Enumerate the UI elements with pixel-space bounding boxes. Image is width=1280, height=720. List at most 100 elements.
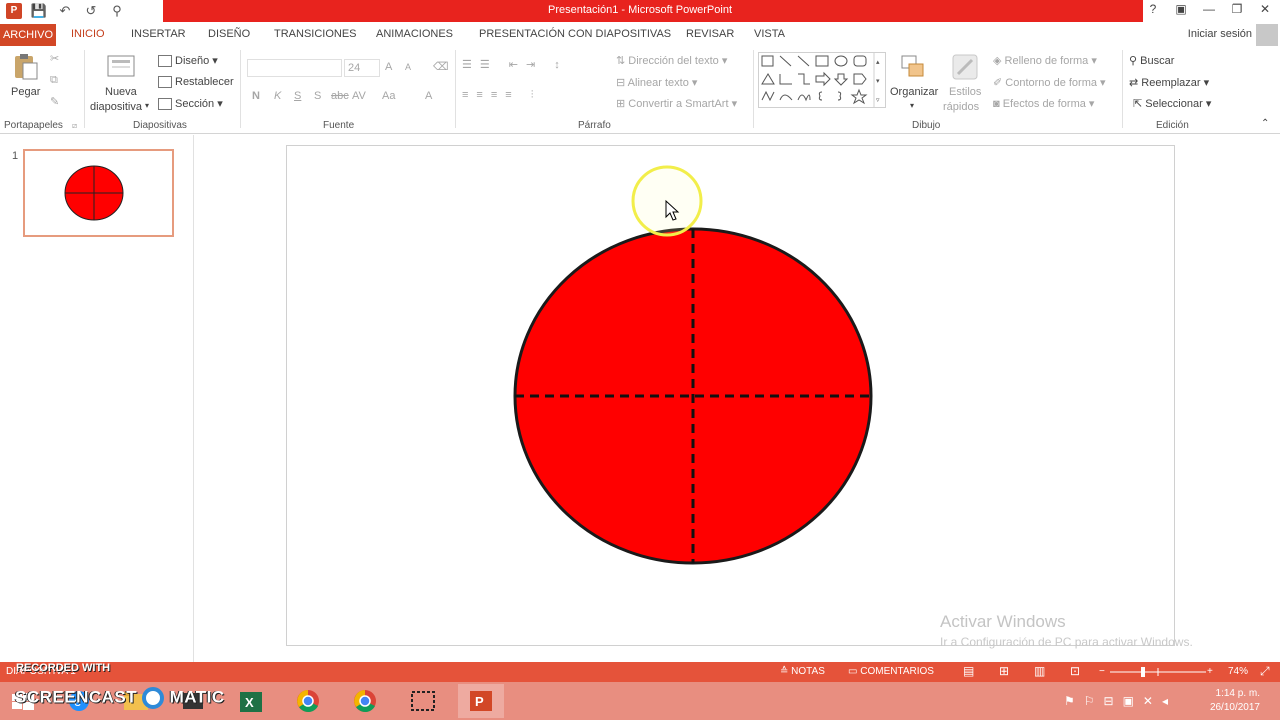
group-label-paragraph: Párrafo	[578, 120, 611, 131]
shape-outline-button[interactable]: ✐ Contorno de forma ▾	[993, 76, 1106, 89]
smartart-icon: ⊞	[616, 98, 629, 110]
new-slide-label-1[interactable]: Nueva	[105, 86, 137, 98]
shrink-font-icon[interactable]: A	[405, 62, 411, 72]
arrange-icon[interactable]	[898, 52, 928, 82]
tab-review[interactable]: REVISAR	[686, 28, 734, 40]
slideshow-view-icon[interactable]: ⊡	[1070, 664, 1080, 678]
shape-fill-button[interactable]: ◈ Relleno de forma ▾	[993, 54, 1097, 67]
minimize-icon[interactable]: —	[1202, 2, 1216, 16]
arrange-button[interactable]: Organizar	[890, 86, 938, 98]
find-button[interactable]: ⚲ Buscar	[1129, 54, 1174, 67]
underline-button[interactable]: S	[294, 90, 301, 102]
tab-view[interactable]: VISTA	[754, 28, 785, 40]
new-slide-label-2[interactable]: diapositiva	[90, 101, 142, 113]
slide-thumbnail[interactable]	[23, 149, 174, 237]
select-button[interactable]: ⇱ Seleccionar ▾	[1133, 97, 1211, 110]
shape-effects-button[interactable]: ◙ Efectos de forma ▾	[993, 97, 1094, 110]
restore-icon[interactable]: ❐	[1230, 2, 1244, 16]
section-button[interactable]: Sección ▾	[158, 97, 223, 111]
zoom-level[interactable]: 74%	[1228, 666, 1248, 677]
quick-styles-label-1[interactable]: Estilos	[949, 86, 981, 98]
section-icon	[158, 98, 172, 111]
align-text-button[interactable]: ⊟ Alinear texto ▾	[616, 76, 697, 89]
thumbnail-preview	[64, 165, 124, 221]
copy-icon[interactable]: ⧉	[50, 74, 58, 87]
svg-text:X: X	[245, 695, 254, 710]
italic-button[interactable]: K	[274, 90, 281, 102]
char-spacing-button[interactable]: AV	[352, 90, 366, 102]
comments-button[interactable]: ▭ COMENTARIOS	[848, 666, 934, 677]
smartart-button[interactable]: ⊞ Convertir a SmartArt ▾	[616, 97, 737, 110]
chrome-icon	[354, 690, 376, 712]
font-size-box[interactable]: 24	[344, 59, 380, 77]
shapes-gallery[interactable]: ▴ ▾ ▿	[758, 52, 886, 108]
shape-fill-label: Relleno de forma	[1004, 55, 1089, 67]
tab-design[interactable]: DISEÑO	[208, 28, 250, 40]
notes-icon: ≙	[780, 666, 792, 677]
paste-icon[interactable]	[10, 52, 40, 82]
system-tray-icons[interactable]: ⚑⚐⊟▣✕◂	[1064, 694, 1177, 708]
screencast-text: SCREENCAST	[15, 687, 138, 707]
reset-button[interactable]: Restablecer	[158, 76, 234, 89]
shadow-button[interactable]: S	[314, 90, 321, 102]
bold-button[interactable]: N	[252, 90, 260, 102]
svg-text:▾: ▾	[876, 78, 880, 85]
powerpoint-taskbar-button[interactable]: P	[458, 684, 504, 718]
change-case-button[interactable]: Aa	[382, 90, 395, 102]
tab-transitions[interactable]: TRANSICIONES	[274, 28, 357, 40]
tab-home[interactable]: INICIO	[71, 28, 105, 40]
tab-insert[interactable]: INSERTAR	[131, 28, 186, 40]
cut-icon[interactable]: ✂	[50, 52, 59, 65]
tab-animations[interactable]: ANIMACIONES	[376, 28, 453, 40]
format-painter-icon[interactable]: ✎	[50, 95, 59, 108]
new-slide-icon[interactable]	[106, 52, 136, 82]
replace-button[interactable]: ⇄ Reemplazar ▾	[1129, 76, 1209, 89]
chrome-icon	[297, 690, 319, 712]
select-label: Seleccionar	[1145, 98, 1203, 110]
title-bar: P 💾 ↶ ↺ ⚲ Presentación1 - Microsoft Powe…	[0, 0, 1280, 24]
list-buttons-icon[interactable]: ☰☰ ⇤⇥ ↕	[462, 58, 568, 71]
quick-styles-label-2[interactable]: rápidos	[943, 101, 979, 113]
font-name-box[interactable]	[247, 59, 342, 77]
activation-watermark-text: Ir a Configuración de PC para activar Wi…	[940, 635, 1193, 649]
excel-taskbar-button[interactable]: X	[228, 684, 274, 718]
sign-in-link[interactable]: Iniciar sesión	[1188, 28, 1252, 40]
clock[interactable]: 1:14 p. m. 26/10/2017	[1210, 687, 1260, 715]
layout-button[interactable]: Diseño ▾	[158, 54, 218, 68]
tab-file[interactable]: ARCHIVO	[0, 24, 56, 46]
close-icon[interactable]: ✕	[1258, 2, 1272, 16]
collapse-ribbon-icon[interactable]: ⌃	[1261, 118, 1269, 129]
slide-sorter-icon[interactable]: ⊞	[999, 664, 1009, 678]
zoom-in-icon[interactable]: +	[1207, 666, 1213, 677]
grow-font-icon[interactable]: A	[385, 61, 392, 73]
paste-button[interactable]: Pegar	[11, 86, 40, 98]
ribbon-display-icon[interactable]: ▣	[1174, 2, 1188, 16]
chrome-taskbar-button[interactable]	[285, 684, 331, 718]
reading-view-icon[interactable]: ▥	[1034, 664, 1045, 678]
avatar[interactable]	[1256, 24, 1278, 46]
zoom-out-icon[interactable]: −	[1099, 666, 1105, 677]
window-controls: ? ▣ — ❐ ✕	[1146, 2, 1272, 16]
align-buttons-icon[interactable]: ≡≡≡≡ ⫶	[462, 89, 541, 102]
tab-slideshow[interactable]: PRESENTACIÓN CON DIAPOSITIVAS	[479, 28, 671, 40]
normal-view-icon[interactable]: ▤	[963, 664, 974, 678]
dialog-launcher-icon[interactable]: ⧄	[72, 121, 77, 131]
cursor-highlight	[631, 165, 703, 237]
zoom-slider[interactable]	[1110, 666, 1206, 678]
fit-slide-icon[interactable]: ⤢	[1260, 664, 1270, 679]
chrome-taskbar-button-2[interactable]	[342, 684, 388, 718]
svg-text:▿: ▿	[876, 97, 880, 104]
chevron-down-icon[interactable]: ▾	[910, 101, 914, 110]
shape-effects-label: Efectos de forma	[1002, 98, 1086, 110]
strikethrough-button[interactable]: abc	[331, 90, 349, 102]
snipping-taskbar-button[interactable]	[400, 684, 446, 718]
notes-button[interactable]: ≙ NOTAS	[780, 666, 825, 677]
quick-styles-icon[interactable]	[950, 52, 980, 82]
slide-canvas[interactable]	[286, 145, 1175, 646]
font-color-button[interactable]: A	[425, 90, 432, 102]
clear-format-icon[interactable]: ⌫	[433, 60, 449, 73]
text-direction-button[interactable]: ⇅ Dirección del texto ▾	[616, 54, 727, 67]
group-separator	[84, 50, 85, 128]
chevron-down-icon[interactable]: ▾	[145, 101, 149, 110]
help-icon[interactable]: ?	[1146, 2, 1160, 16]
